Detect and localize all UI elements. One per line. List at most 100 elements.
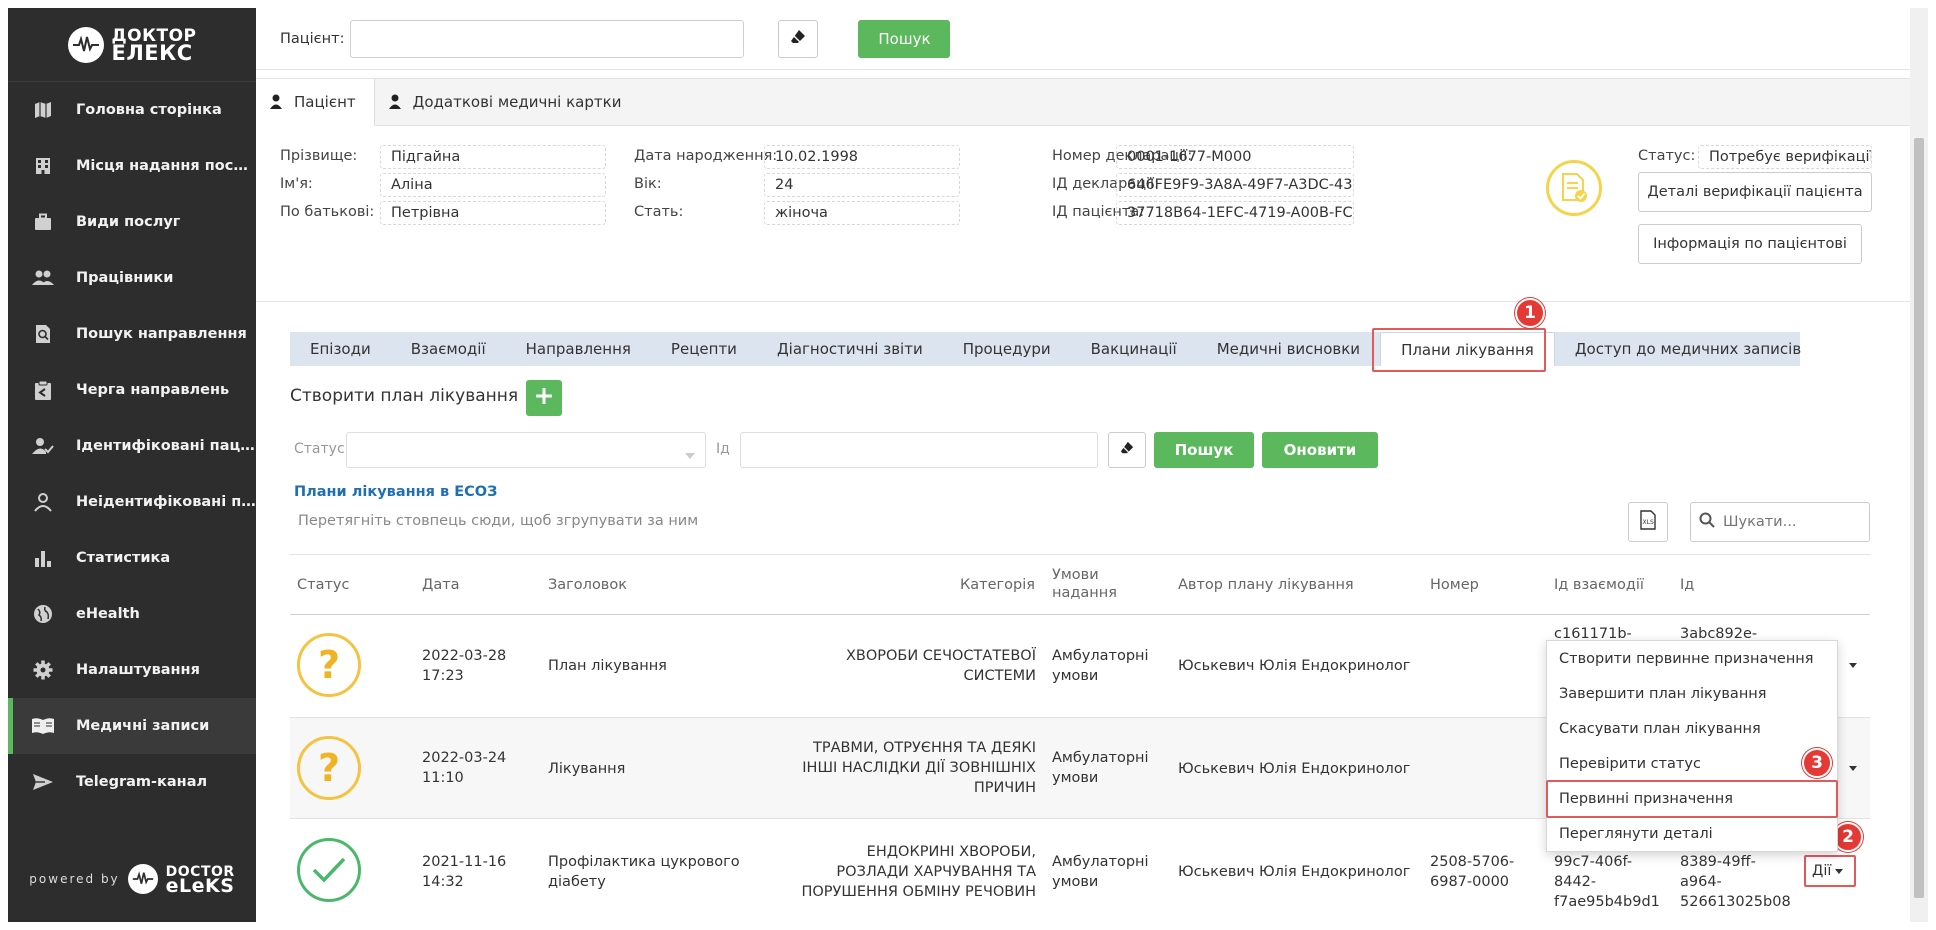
search-icon bbox=[1699, 512, 1715, 532]
tab-diagnostic-reports[interactable]: Діагностичні звіти bbox=[757, 332, 943, 366]
row-title: Профілактика цукрового діабету bbox=[548, 852, 740, 892]
menu-item-view-details[interactable]: Переглянути деталі bbox=[1547, 816, 1837, 851]
filter-search-button[interactable]: Пошук bbox=[1154, 432, 1254, 468]
row-date-line1: 2021-11-16 bbox=[422, 854, 507, 870]
column-header-author[interactable]: Автор плану лікування bbox=[1178, 576, 1354, 594]
row-id: 8389-49ff-a964- 526613025b08 bbox=[1680, 852, 1791, 912]
sidebar-item-locations[interactable]: Місця надання послуг bbox=[8, 138, 256, 194]
menu-item-create-primary-assignment[interactable]: Створити первинне призначення bbox=[1547, 641, 1837, 676]
clipboard-icon bbox=[30, 379, 56, 401]
verification-details-button[interactable]: Деталі верифікації пацієнта bbox=[1638, 172, 1872, 212]
grid-search-input[interactable] bbox=[1723, 514, 1853, 530]
row-date-line2: 14:32 bbox=[422, 874, 464, 890]
row-author: Юськевич Юлія Ендокринолог bbox=[1178, 864, 1411, 880]
sidebar-item-statistics[interactable]: Статистика bbox=[8, 530, 256, 586]
brand-logo[interactable]: ДОКТОР ЕЛЕКС bbox=[8, 8, 256, 82]
column-header-category[interactable]: Категорія bbox=[960, 576, 1035, 594]
sidebar-item-services[interactable]: Види послуг bbox=[8, 194, 256, 250]
column-header-date[interactable]: Дата bbox=[422, 576, 460, 594]
sidebar-item-settings[interactable]: Налаштування bbox=[8, 642, 256, 698]
tab-procedures[interactable]: Процедури bbox=[943, 332, 1071, 366]
sidebar-item-referral-queue[interactable]: Черга направлень bbox=[8, 362, 256, 418]
row-number-line2: 6987-0000 bbox=[1430, 874, 1510, 890]
highlight-primary-assignments-item bbox=[1546, 780, 1838, 818]
section-title[interactable]: Плани лікування в ЕСОЗ bbox=[294, 484, 497, 500]
column-header-title[interactable]: Заголовок bbox=[548, 576, 627, 594]
row-actions-caret-icon[interactable] bbox=[1849, 766, 1857, 771]
refresh-button[interactable]: Оновити bbox=[1262, 432, 1378, 468]
patient-info-button[interactable]: Інформація по пацієнтові bbox=[1638, 224, 1862, 264]
row-actions-caret-icon[interactable] bbox=[1849, 663, 1857, 668]
logo-pulse-icon bbox=[127, 864, 158, 894]
user-check-icon bbox=[30, 435, 56, 457]
sidebar-item-ehealth[interactable]: eHealth bbox=[8, 586, 256, 642]
dob-label: Дата народження: bbox=[634, 148, 778, 164]
tab-medical-conclusions[interactable]: Медичні висновки bbox=[1197, 332, 1380, 366]
patient-search-input[interactable] bbox=[350, 19, 745, 58]
declaration-id-value: 646FE9F9-3A8A-49F7-A3DC-43 bbox=[1116, 173, 1354, 197]
sidebar-item-medical-records[interactable]: Медичні записи bbox=[8, 698, 256, 754]
brand-line2: ЕЛЕКС bbox=[111, 40, 193, 65]
patient-search-button[interactable]: Пошук bbox=[858, 19, 951, 58]
row-author: Юськевич Юлія Ендокринолог bbox=[1178, 761, 1411, 777]
tab-patient[interactable]: Пацієнт bbox=[256, 79, 375, 126]
tab-additional-cards[interactable]: Додаткові медичні картки bbox=[375, 79, 640, 125]
dob-value: 10.02.1998 bbox=[764, 145, 960, 169]
tab-medical-records-access[interactable]: Доступ до медичних записів bbox=[1555, 332, 1821, 366]
sidebar-item-label: Статистика bbox=[76, 550, 171, 566]
sidebar-item-referral-search[interactable]: Пошук направлення bbox=[8, 306, 256, 362]
sidebar-item-identified-patients[interactable]: Ідентифіковані пацієнти bbox=[8, 418, 256, 474]
powered-by: powered by DOCTOR eLeKS bbox=[8, 864, 256, 896]
sex-label: Стать: bbox=[634, 204, 684, 220]
scrollbar-thumb[interactable] bbox=[1914, 138, 1924, 898]
tab-referrals[interactable]: Направлення bbox=[506, 332, 651, 366]
row-title: План лікування bbox=[548, 658, 667, 674]
vertical-scrollbar[interactable] bbox=[1910, 8, 1928, 922]
menu-item-cancel-plan[interactable]: Скасувати план лікування bbox=[1547, 711, 1837, 746]
sidebar-item-employees[interactable]: Працівники bbox=[8, 250, 256, 306]
column-header-status[interactable]: Статус bbox=[297, 576, 349, 594]
row-title-line1: Профілактика цукрового bbox=[548, 854, 740, 870]
clear-search-button[interactable] bbox=[778, 19, 819, 58]
users-icon bbox=[30, 267, 56, 289]
building-icon bbox=[30, 155, 56, 177]
name-label: Ім'я: bbox=[280, 176, 313, 192]
row-category-line1: ХВОРОБИ СЕЧОСТАТЕВОЇ bbox=[845, 648, 1036, 664]
sidebar-item-label: Місця надання послуг bbox=[76, 158, 256, 174]
clear-filters-button[interactable] bbox=[1108, 432, 1146, 468]
sidebar-item-home[interactable]: Головна сторінка bbox=[8, 82, 256, 138]
row-category: ТРАВМИ, ОТРУЄННЯ ТА ДЕЯКІ ІНШІ НАСЛІДКИ Д… bbox=[740, 738, 1036, 798]
filter-status-select[interactable] bbox=[346, 432, 706, 468]
create-plan-button[interactable] bbox=[526, 380, 562, 416]
row-conditions-line1: Амбулаторні bbox=[1052, 648, 1149, 664]
column-header-id[interactable]: Ід bbox=[1680, 576, 1694, 594]
logo-pulse-icon bbox=[67, 26, 104, 63]
tab-vaccinations[interactable]: Вакцинації bbox=[1071, 332, 1197, 366]
export-xls-button[interactable]: XLS bbox=[1628, 502, 1668, 542]
sidebar-item-label: Telegram-канал bbox=[76, 774, 208, 790]
menu-item-complete-plan[interactable]: Завершити план лікування bbox=[1547, 676, 1837, 711]
row-interaction-id-line3: f7ae95b4b9d1 bbox=[1554, 894, 1660, 910]
filter-id-input[interactable] bbox=[740, 432, 1098, 468]
patronymic-label: По батькові: bbox=[280, 204, 375, 220]
tab-prescriptions[interactable]: Рецепти bbox=[651, 332, 757, 366]
column-header-interaction-id[interactable]: Ід взаємодії bbox=[1554, 576, 1644, 594]
column-header-number[interactable]: Номер bbox=[1430, 576, 1479, 594]
tab-encounters[interactable]: Взаємодії bbox=[391, 332, 506, 366]
tab-episodes[interactable]: Епізоди bbox=[290, 332, 391, 366]
row-conditions: Амбулаторні умови bbox=[1052, 646, 1149, 686]
row-number: 2508-5706- 6987-0000 bbox=[1430, 852, 1514, 892]
sidebar-item-unidentified-patients[interactable]: Неідентифіковані паціє... bbox=[8, 474, 256, 530]
sidebar-item-telegram[interactable]: Telegram-канал bbox=[8, 754, 256, 810]
annotation-badge-3: 3 bbox=[1802, 748, 1832, 778]
grid-search-box[interactable] bbox=[1690, 502, 1870, 542]
row-date-line2: 17:23 bbox=[422, 668, 464, 684]
highlight-treatment-plans-tab bbox=[1372, 328, 1546, 372]
menu-item-check-status[interactable]: Перевірити статус bbox=[1547, 746, 1837, 781]
status-label: Статус: bbox=[1638, 148, 1696, 164]
tab-label: Пацієнт bbox=[294, 93, 356, 111]
column-header-conditions[interactable]: Умови надання bbox=[1052, 566, 1117, 602]
row-title: Лікування bbox=[548, 761, 626, 777]
row-category-line3: ПОРУШЕННЯ ОБМІНУ РЕЧОВИН bbox=[801, 884, 1036, 900]
patronymic-value: Петрівна bbox=[380, 201, 606, 225]
